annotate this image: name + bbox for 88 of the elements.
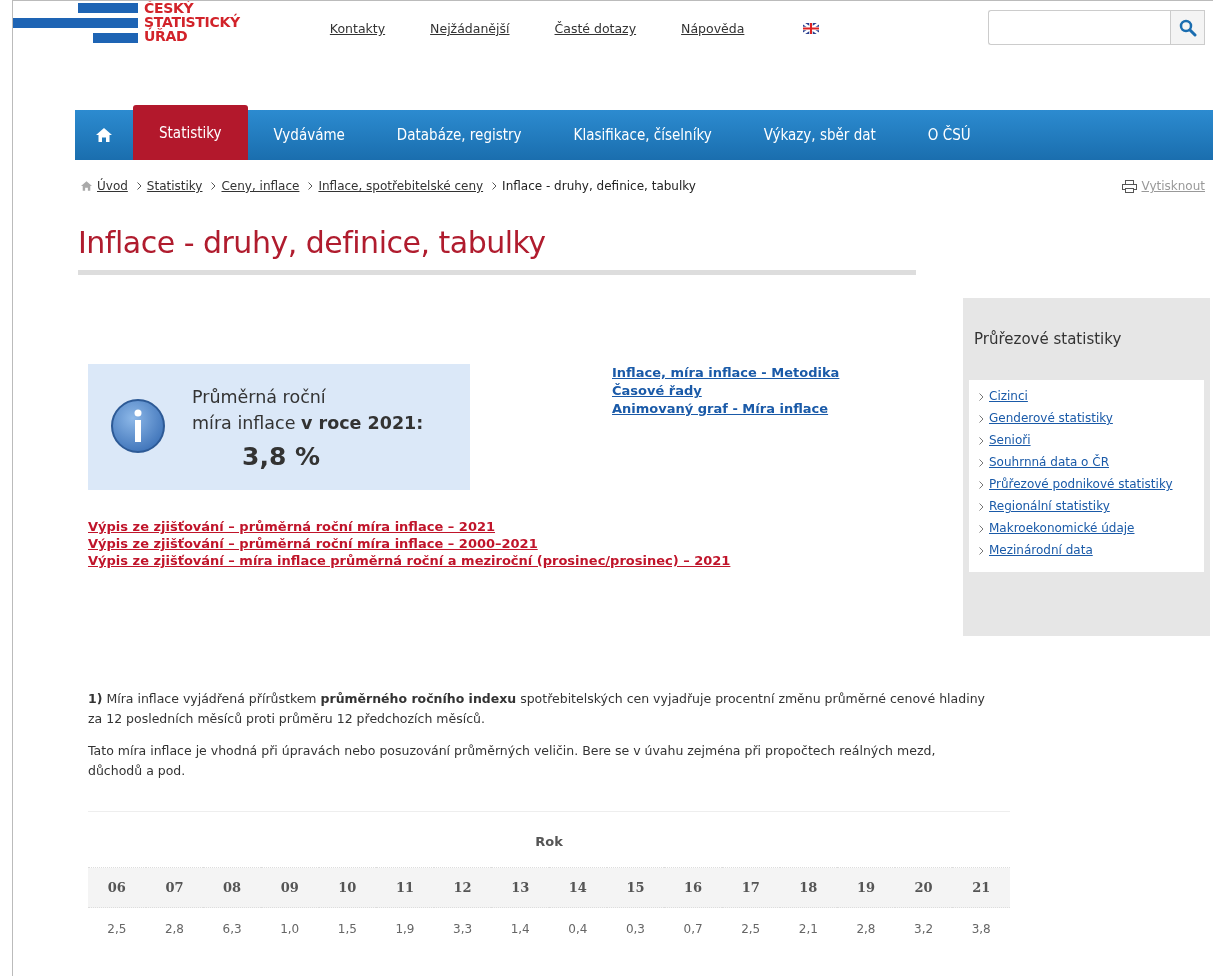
top-link[interactable]: Nejžádanější <box>430 21 510 36</box>
column-header: 21 <box>952 867 1010 908</box>
sidebar-link[interactable]: Cizinci <box>989 388 1179 405</box>
search-icon <box>1178 18 1197 37</box>
sidebar-link[interactable]: Regionální statistiky <box>989 498 1179 515</box>
nav-tab[interactable]: Vydáváme <box>247 110 371 160</box>
breadcrumb-link[interactable]: Statistiky <box>146 179 203 193</box>
info-text: míra inflace v roce 2021: <box>192 412 424 435</box>
chevron-icon <box>308 182 314 190</box>
column-header: 11 <box>376 867 434 908</box>
column-header: 07 <box>145 867 204 908</box>
sidebar-link[interactable]: Souhrnná data o ČR <box>989 454 1179 471</box>
top-link[interactable]: Kontakty <box>329 21 386 36</box>
column-header: 09 <box>260 867 319 908</box>
report-link[interactable]: Výpis ze zjišťování – míra inflace průměrná roční a meziroční (prosinec/prosinec) – 2021 <box>88 552 840 569</box>
chevron-icon <box>979 481 984 489</box>
column-header: 12 <box>433 867 492 908</box>
printer-icon <box>1121 179 1137 193</box>
breadcrumb-link[interactable]: Ceny, inflace <box>221 179 300 193</box>
column-header: 15 <box>606 867 665 908</box>
table-cell: 1,5 <box>318 907 377 950</box>
home-icon <box>96 128 112 142</box>
chevron-icon <box>136 182 142 190</box>
sidebar-link[interactable]: Mezinárodní data <box>989 542 1179 559</box>
column-header: 14 <box>549 867 607 908</box>
table-cell: 2,1 <box>779 907 838 950</box>
flag-icon[interactable] <box>803 23 820 34</box>
search-button[interactable] <box>1170 10 1205 45</box>
table-cell: 2,5 <box>721 907 780 950</box>
column-header: 06 <box>88 867 146 908</box>
nav-tab[interactable]: Výkazy, sběr dat <box>737 110 902 160</box>
info-text: Průměrná roční <box>192 386 327 409</box>
table-cell: 0,7 <box>664 907 722 950</box>
table-cell: 0,4 <box>549 907 607 950</box>
report-link[interactable]: Výpis ze zjišťování – průměrná roční míra inflace – 2021 <box>88 518 840 535</box>
sidebar-title: Průřezové statistiky <box>973 329 1123 350</box>
table-cell: 1,4 <box>491 907 549 950</box>
column-header: 18 <box>779 867 838 908</box>
nav-tab[interactable]: Klasifikace, číselníky <box>547 110 738 160</box>
table-cell: 3,8 <box>952 907 1010 950</box>
top-link[interactable]: Časté dotazy <box>554 21 637 36</box>
table-cell: 1,9 <box>376 907 434 950</box>
sidebar-link[interactable]: Makroekonomické údaje <box>989 520 1179 537</box>
table-cell: 3,3 <box>433 907 492 950</box>
chevron-icon <box>492 182 498 190</box>
paragraph: 1) Míra inflace vyjádřená přírůstkem průměrného ročního indexu spotřebitelských cen vyjadřuje procentní změnu průměrné cenové hladiny za 12 posledních měsíců proti průměru 12 předchozích měsíců. <box>88 690 986 728</box>
column-header: 10 <box>318 867 377 908</box>
breadcrumb-current: Inflace - druhy, definice, tabulky <box>502 179 696 193</box>
chevron-icon <box>979 459 984 467</box>
nav-tab[interactable]: O ČSÚ <box>901 110 997 160</box>
chevron-icon <box>979 525 984 533</box>
home-icon <box>81 181 92 191</box>
methodology-link[interactable]: Inflace, míra inflace - Metodika <box>612 364 840 382</box>
breadcrumb-link[interactable]: Úvod <box>97 179 128 193</box>
chevron-icon <box>979 547 984 555</box>
column-header: 20 <box>894 867 953 908</box>
top-link[interactable]: Nápověda <box>681 21 745 36</box>
table-cell: 2,8 <box>145 907 204 950</box>
table-cell: 6,3 <box>203 907 261 950</box>
search-field[interactable] <box>988 10 1170 45</box>
info-value: 3,8 % <box>242 444 322 470</box>
chevron-icon <box>979 437 984 445</box>
column-header: 19 <box>837 867 895 908</box>
table-cell: 0,3 <box>606 907 665 950</box>
column-header: 08 <box>203 867 261 908</box>
chevron-icon <box>979 503 984 511</box>
info-icon <box>110 398 166 454</box>
chevron-icon <box>979 415 984 423</box>
table-cell: 1,0 <box>260 907 319 950</box>
paragraph: Tato míra inflace je vhodná při úpravách nebo posuzování průměrných veličin. Bere se v úvahu zejména při propočtech reálných mezd, důchodů a pod. <box>88 742 937 780</box>
column-header: 13 <box>491 867 549 908</box>
nav-tab[interactable]: Statistiky <box>133 105 248 160</box>
chevron-icon <box>211 182 217 190</box>
column-header: 17 <box>721 867 780 908</box>
table-cell: 2,5 <box>88 907 146 950</box>
breadcrumb-link[interactable]: Inflace, spotřebitelské ceny <box>318 179 484 193</box>
column-header: 16 <box>664 867 722 908</box>
table-cell: 2,8 <box>837 907 895 950</box>
methodology-link[interactable]: Animovaný graf - Míra inflace <box>612 400 840 418</box>
chevron-icon <box>979 393 984 401</box>
nav-tab[interactable]: Databáze, registry <box>370 110 548 160</box>
sidebar-link[interactable]: Genderové statistiky <box>989 410 1179 427</box>
methodology-link[interactable]: Časové řady <box>612 382 840 400</box>
report-link[interactable]: Výpis ze zjišťování – průměrná roční míra inflace – 2000–2021 <box>88 535 840 552</box>
sidebar-link[interactable]: Senioři <box>989 432 1179 449</box>
sidebar-link[interactable]: Průřezové podnikové statistiky <box>989 476 1179 493</box>
table-cell: 3,2 <box>894 907 953 950</box>
page-title: Inflace - druhy, definice, tabulky <box>78 225 547 260</box>
